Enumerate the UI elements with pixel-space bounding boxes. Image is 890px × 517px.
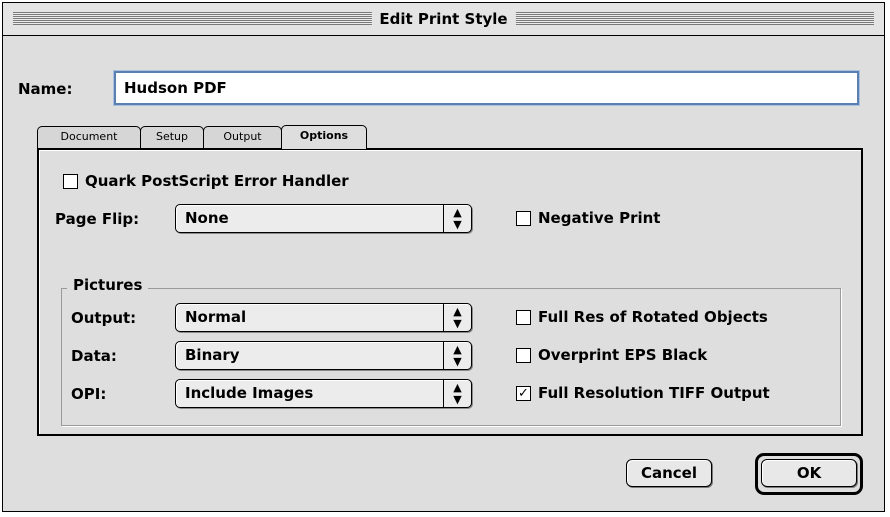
full-res-rotated-checkbox[interactable] bbox=[516, 310, 531, 325]
popup-arrows-icon: ▲ ▼ bbox=[443, 304, 471, 331]
error-handler-label: Quark PostScript Error Handler bbox=[85, 172, 349, 190]
pictures-opi-value: Include Images bbox=[185, 384, 314, 402]
negative-print-label: Negative Print bbox=[538, 209, 661, 227]
edit-print-style-dialog: Edit Print Style Name: Hudson PDF Docume… bbox=[2, 2, 885, 512]
pictures-group-title: Pictures bbox=[67, 276, 149, 294]
tab-document[interactable]: Document bbox=[37, 126, 141, 148]
pictures-output-label: Output: bbox=[71, 309, 137, 327]
pictures-data-popup[interactable]: Binary ▲ ▼ bbox=[175, 341, 472, 370]
pictures-data-label: Data: bbox=[71, 347, 117, 365]
page-flip-label: Page Flip: bbox=[55, 210, 140, 228]
overprint-eps-checkbox[interactable] bbox=[516, 348, 531, 363]
full-res-rotated-label: Full Res of Rotated Objects bbox=[538, 308, 768, 326]
negative-print-checkbox[interactable] bbox=[516, 211, 531, 226]
ok-button[interactable]: OK bbox=[761, 459, 857, 487]
tab-setup[interactable]: Setup bbox=[140, 126, 204, 148]
popup-arrows-icon: ▲ ▼ bbox=[443, 342, 471, 369]
tab-output[interactable]: Output bbox=[203, 126, 282, 148]
popup-arrows-icon: ▲ ▼ bbox=[443, 205, 471, 232]
name-label: Name: bbox=[18, 80, 73, 98]
pictures-output-popup[interactable]: Normal ▲ ▼ bbox=[175, 303, 472, 332]
title-bar[interactable]: Edit Print Style bbox=[3, 3, 884, 36]
cancel-button[interactable]: Cancel bbox=[626, 459, 712, 487]
tab-options[interactable]: Options bbox=[281, 125, 367, 149]
full-res-tiff-label: Full Resolution TIFF Output bbox=[538, 384, 770, 402]
page-flip-popup[interactable]: None ▲ ▼ bbox=[175, 204, 472, 233]
name-input[interactable]: Hudson PDF bbox=[114, 71, 859, 105]
overprint-eps-label: Overprint EPS Black bbox=[538, 346, 708, 364]
pictures-opi-popup[interactable]: Include Images ▲ ▼ bbox=[175, 379, 472, 408]
error-handler-checkbox[interactable] bbox=[63, 174, 78, 189]
options-panel: Quark PostScript Error Handler Page Flip… bbox=[37, 148, 863, 436]
pictures-data-value: Binary bbox=[185, 346, 240, 364]
full-res-tiff-checkbox[interactable]: ✓ bbox=[516, 386, 531, 401]
popup-arrows-icon: ▲ ▼ bbox=[443, 380, 471, 407]
pictures-output-value: Normal bbox=[185, 308, 247, 326]
dialog-title: Edit Print Style bbox=[371, 9, 516, 29]
page-flip-value: None bbox=[185, 209, 229, 227]
pictures-opi-label: OPI: bbox=[71, 385, 107, 403]
